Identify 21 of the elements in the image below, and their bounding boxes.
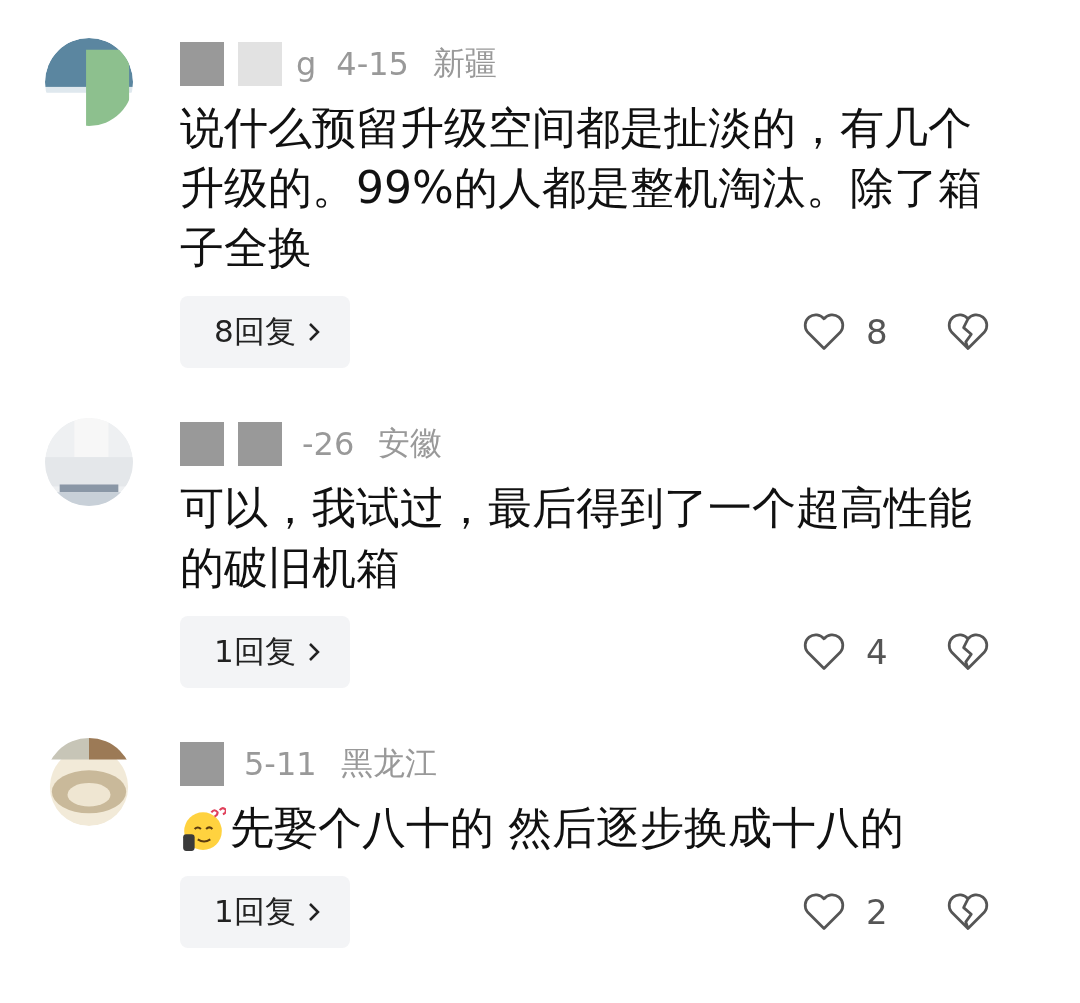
- comment-text: 先娶个八十的 然后逐步换成十八的: [230, 801, 905, 855]
- chevron-icon: [307, 642, 320, 662]
- comment-date: 5-11: [244, 745, 317, 783]
- like-count: 8: [866, 312, 889, 352]
- heart-icon[interactable]: [802, 632, 846, 672]
- like-count: 2: [866, 892, 889, 932]
- comment-date: 4-15: [336, 45, 409, 83]
- replies-button[interactable]: 8回复: [180, 296, 350, 368]
- comment-location: 新疆: [432, 43, 497, 84]
- chevron-icon: [307, 902, 320, 922]
- comment-location: 安徽: [378, 423, 443, 464]
- like-count: 4: [866, 632, 889, 672]
- comment-text: 说什么预留升级空间都是扯淡的，有几个升级的。99%的人都是整机淘汰。除了箱子全换: [180, 101, 983, 275]
- heart-icon[interactable]: [802, 312, 846, 352]
- comment-date: -26: [302, 425, 355, 463]
- replies-button[interactable]: 1回复: [180, 616, 350, 688]
- heart-icon[interactable]: [802, 892, 846, 932]
- comment-location: 黑龙江: [340, 743, 437, 784]
- comment-text: 可以，我试过，最后得到了一个超高性能的破旧机箱: [180, 481, 973, 595]
- chevron-icon: [307, 322, 320, 342]
- replies-button[interactable]: 1回复: [180, 876, 350, 948]
